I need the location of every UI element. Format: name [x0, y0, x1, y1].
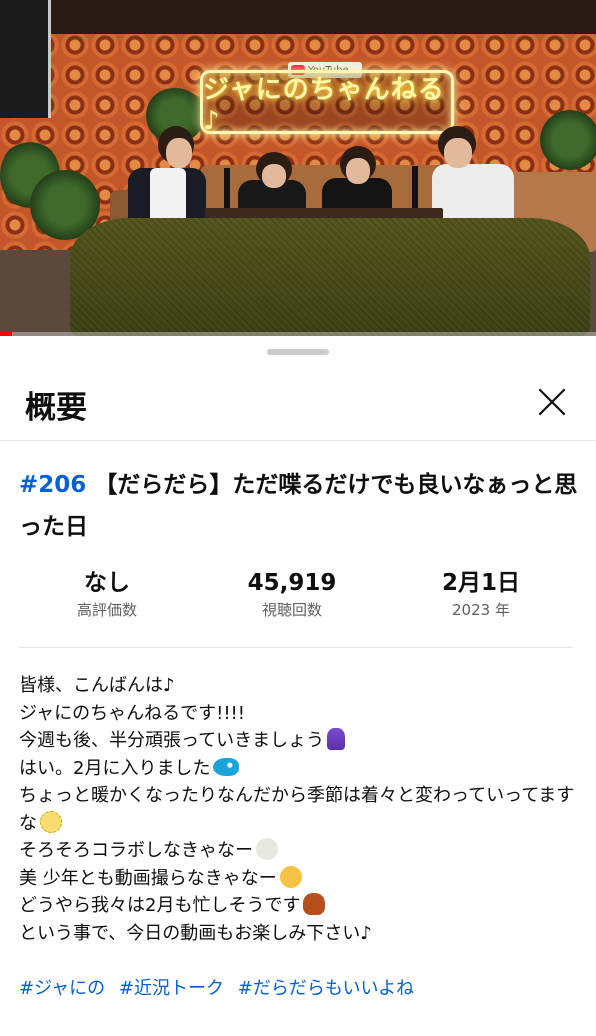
stat-likes: なし 高評価数 — [22, 568, 192, 620]
likes-value: なし — [84, 570, 130, 596]
video-microphone — [224, 168, 230, 212]
hashtag-list: #ジャにの #近況トーク #だらだらもいいよね — [19, 974, 579, 1000]
video-plant — [540, 110, 596, 170]
hashtag-link[interactable]: #近況トーク — [119, 978, 224, 999]
drag-handle[interactable] — [267, 349, 329, 355]
views-label: 視聴回数 — [261, 601, 322, 619]
video-title-text: 【だらだら】ただ喋るだけでも良いなぁっと思った日 — [19, 472, 578, 540]
description-line: はい。2月に入りました — [19, 755, 579, 783]
description-line: ちょっと暖かくなったりなんだから季節は着々と変わっていってますな — [19, 785, 575, 834]
video-stats: なし 高評価数 45,919 視聴回数 2月1日 2023 年 — [0, 568, 596, 628]
date-label: 2023 年 — [452, 601, 510, 619]
neon-sign-text: ジャにのちゃんねる♪ — [203, 74, 445, 136]
video-title: #206 【だらだら】ただ喋るだけでも良いなぁっと思った日 — [19, 464, 579, 548]
description-line: そろそろコラボしなきゃなー — [19, 837, 579, 865]
description-line: 今週も後、半分頑張っていきましょう — [19, 727, 579, 755]
description-line: どうやら我々は2月も忙しそうです — [19, 892, 579, 920]
description-sheet: 概要 #206 【だらだら】ただ喋るだけでも良いなぁっと思った日 なし 高評価数… — [0, 336, 596, 1036]
sheet-title: 概要 — [25, 390, 87, 426]
description-body: 皆様、こんばんは♪ ジャにのちゃんねるです!!!! 今週も後、半分頑張っていきま… — [19, 672, 579, 947]
hashtag-link[interactable]: #だらだらもいいよね — [238, 978, 414, 999]
description-line: ジャにのちゃんねるです!!!! — [19, 702, 245, 724]
divider — [19, 647, 572, 648]
close-icon — [538, 388, 566, 416]
orangutan-emoji — [303, 893, 326, 915]
episode-hashtag[interactable]: #206 — [19, 472, 86, 498]
video-microphone — [412, 166, 418, 212]
video-kotatsu — [70, 218, 590, 336]
description-line: 美 少年とも動画撮らなきゃなー — [19, 865, 579, 893]
peeking-face-emoji — [279, 865, 302, 888]
neutral-face-emoji — [40, 810, 62, 833]
views-value: 45,919 — [247, 570, 337, 596]
cold-face-emoji — [256, 838, 278, 860]
stat-date: 2月1日 2023 年 — [396, 568, 566, 620]
close-button[interactable] — [528, 378, 576, 426]
stat-views: 45,919 視聴回数 — [207, 568, 377, 620]
tropical-fish-emoji — [213, 757, 240, 776]
video-person — [322, 146, 392, 220]
video-ceiling — [0, 0, 596, 34]
video-progress-fill — [0, 332, 12, 336]
video-wall-sign — [0, 0, 51, 118]
dancer-emoji — [327, 728, 346, 750]
likes-label: 高評価数 — [76, 601, 137, 619]
neon-sign: ジャにのちゃんねる♪ — [200, 70, 454, 136]
video-player[interactable]: YouTube ジャにのちゃんねる♪ — [0, 0, 596, 336]
sheet-header: 概要 — [0, 364, 596, 441]
date-value: 2月1日 — [441, 570, 520, 596]
description-line: という事で、今日の動画もお楽しみ下さい♪ — [19, 922, 372, 944]
hashtag-link[interactable]: #ジャにの — [19, 978, 105, 999]
description-line: 皆様、こんばんは♪ — [19, 675, 175, 696]
